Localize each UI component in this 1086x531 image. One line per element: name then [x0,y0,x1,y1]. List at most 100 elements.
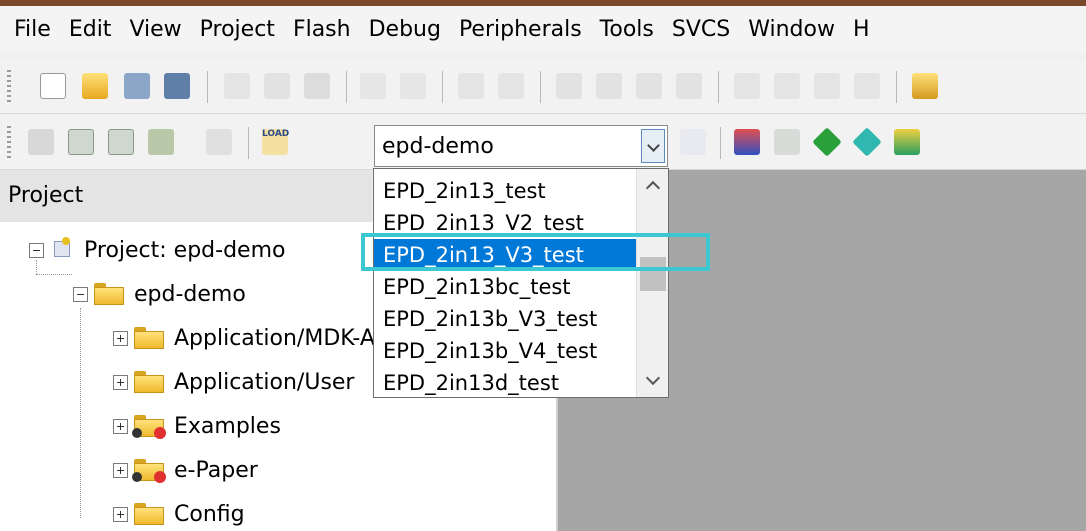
batch-build-icon[interactable] [148,129,174,155]
target-options-icon[interactable] [680,129,706,155]
tree-item-examples[interactable]: Examples [113,406,281,446]
toolbar-separator [896,71,897,103]
redo-icon[interactable] [400,73,426,99]
dropdown-option[interactable]: EPD_2in13_test [374,175,636,207]
find-in-files-icon[interactable] [912,73,938,99]
select-software-packs-icon[interactable] [852,127,882,157]
tree-item-epd-demo[interactable]: epd-demo [73,274,246,314]
tree-line [80,308,81,518]
folder-icon [134,371,164,393]
dropdown-option[interactable]: EPD_2in13b_V3_test [374,303,636,335]
menu-edit[interactable]: Edit [51,17,112,42]
build-icon[interactable] [68,129,94,155]
dropdown-option[interactable]: EPD_2in13bc_test [374,271,636,303]
tree-item-label: Config [174,501,245,527]
project-panel-header: Project [0,170,372,222]
tree-item-application-user[interactable]: Application/User [113,362,354,402]
chevron-down-icon[interactable] [641,129,665,163]
load-label: LOAD [262,129,290,139]
target-select-value: epd-demo [382,134,494,159]
rebuild-icon[interactable] [108,129,134,155]
new-file-icon[interactable] [40,73,66,99]
navigate-back-icon[interactable] [458,73,484,99]
folder-icon [134,327,164,349]
expand-icon[interactable] [113,374,128,390]
expand-icon[interactable] [113,506,128,522]
tree-item-label: epd-demo [134,281,246,307]
comment-icon[interactable] [814,73,840,99]
indent-icon[interactable] [734,73,760,99]
excluded-folder-icon [132,415,166,439]
menu-flash[interactable]: Flash [275,17,351,42]
tree-item-label: Project: epd-demo [84,237,286,263]
translate-icon[interactable] [28,129,54,155]
load-download-icon[interactable]: LOAD [262,129,290,155]
scroll-up-icon[interactable] [637,171,668,199]
menu-tools[interactable]: Tools [582,17,654,42]
tree-item-label: Examples [174,413,281,439]
menu-window[interactable]: Window [730,17,835,42]
unindent-icon[interactable] [774,73,800,99]
menu-file[interactable]: File [0,17,51,42]
menu-bar: File Edit View Project Flash Debug Perip… [0,6,1086,52]
toolbar-separator [346,71,347,103]
tree-item-e-paper[interactable]: e-Paper [113,450,258,490]
menu-project[interactable]: Project [182,17,275,42]
toolbar-separator [718,71,719,103]
toolbar-separator [207,71,208,103]
menu-peripherals[interactable]: Peripherals [441,17,582,42]
cut-icon[interactable] [224,73,250,99]
stop-build-icon[interactable] [206,129,232,155]
save-icon[interactable] [124,73,150,99]
copy-icon[interactable] [264,73,290,99]
target-folder-icon [94,283,124,305]
bookmark-insert-icon[interactable] [556,73,582,99]
toolbar-separator [442,71,443,103]
save-all-icon[interactable] [164,73,190,99]
paste-icon[interactable] [304,73,330,99]
navigate-forward-icon[interactable] [498,73,524,99]
project-panel-title: Project [8,183,84,208]
uncomment-icon[interactable] [854,73,880,99]
scroll-down-icon[interactable] [637,367,668,395]
collapse-icon[interactable] [73,286,88,302]
toolbar-separator [720,127,721,159]
target-dropdown-list: EPD_2in13_test EPD_2in13_V2_test EPD_2in… [373,168,669,398]
expand-icon[interactable] [113,418,128,434]
expand-icon[interactable] [113,462,128,478]
tree-item-project-root[interactable]: Project: epd-demo [29,230,285,270]
menu-help[interactable]: H [835,17,870,42]
collapse-icon[interactable] [29,242,44,258]
manage-components-icon[interactable] [734,129,760,155]
bookmark-clear-icon[interactable] [676,73,702,99]
menu-svcs[interactable]: SVCS [654,17,730,42]
dropdown-option[interactable]: EPD_2in13d_test [374,367,636,399]
manage-project-items-icon[interactable] [774,129,800,155]
menu-view[interactable]: View [111,17,181,42]
open-folder-icon[interactable] [82,73,108,99]
dropdown-scrollbar[interactable] [636,169,668,397]
undo-icon[interactable] [360,73,386,99]
folder-icon [134,503,164,525]
toolbar-separator [248,127,249,159]
bookmark-previous-icon[interactable] [596,73,622,99]
tree-item-application-mdk-arm[interactable]: Application/MDK-ARM [113,318,409,358]
tree-line [36,274,72,275]
bookmark-next-icon[interactable] [636,73,662,99]
target-select[interactable]: epd-demo [374,125,668,167]
toolbar-grip[interactable] [7,70,11,104]
toolbar-grip[interactable] [7,126,11,160]
tree-item-label: Application/User [174,369,355,395]
menu-debug[interactable]: Debug [351,17,441,42]
toolbar-separator [540,71,541,103]
dropdown-option[interactable]: EPD_2in13b_V4_test [374,335,636,367]
expand-icon[interactable] [113,330,128,346]
dropdown-arrow-icon[interactable] [178,129,190,155]
tree-item-config[interactable]: Config [113,494,245,531]
pack-installer-icon[interactable] [812,127,842,157]
project-icon [50,237,74,261]
excluded-folder-icon [132,459,166,483]
file-toolbar [0,60,1086,114]
run-time-environment-icon[interactable] [894,129,920,155]
annotation-highlight-box [361,233,710,271]
